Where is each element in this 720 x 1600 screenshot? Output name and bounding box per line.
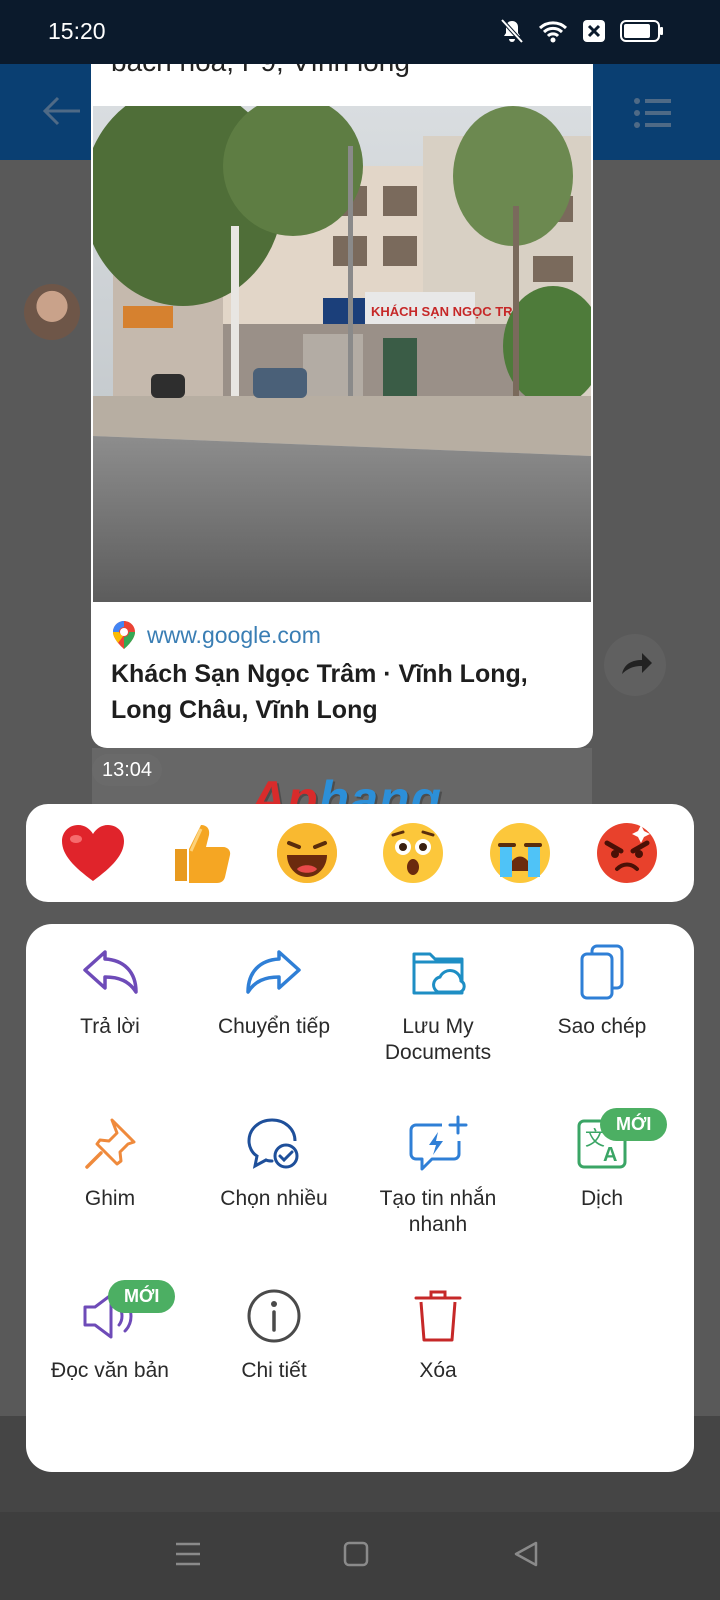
hotel-sign-text: KHÁCH SẠN NGỌC TRÂM bbox=[371, 304, 533, 319]
wifi-icon bbox=[538, 21, 568, 43]
reaction-haha[interactable] bbox=[273, 819, 341, 887]
save-documents-button[interactable]: Lưu My Documents bbox=[354, 940, 522, 1066]
mute-bell-icon bbox=[500, 18, 524, 44]
multi-select-button[interactable]: Chọn nhiều bbox=[190, 1112, 358, 1212]
reaction-like[interactable] bbox=[166, 819, 234, 887]
cloud-folder-icon bbox=[412, 952, 466, 995]
pin-label: Ghim bbox=[84, 1187, 136, 1210]
laugh-icon bbox=[276, 823, 337, 883]
quick-message-button[interactable]: Tạo tin nhắn nhanh bbox=[354, 1112, 522, 1238]
message-card[interactable]: bách hóa, P9, Vĩnh long KHÁCH SẠN NGỌC T… bbox=[91, 64, 593, 748]
details-label: Chi tiết bbox=[241, 1359, 307, 1382]
translate-new-badge: MỚI bbox=[600, 1108, 668, 1141]
forward-icon bbox=[246, 950, 301, 994]
reaction-sad[interactable] bbox=[486, 819, 554, 887]
copy-label: Sao chép bbox=[557, 1015, 647, 1038]
back-arrow-icon[interactable] bbox=[42, 94, 82, 128]
home-icon[interactable] bbox=[342, 1540, 370, 1568]
delete-label: Xóa bbox=[419, 1359, 457, 1382]
pin-icon bbox=[85, 1118, 136, 1169]
reaction-angry[interactable] bbox=[593, 819, 661, 887]
reaction-bar bbox=[26, 804, 694, 902]
translate-label: Dịch bbox=[580, 1187, 623, 1210]
share-button[interactable] bbox=[604, 634, 666, 696]
info-icon bbox=[247, 1289, 301, 1343]
status-bar: 15:20 bbox=[0, 0, 720, 64]
thumbs-up-icon bbox=[174, 825, 231, 883]
link-domain[interactable]: www.google.com bbox=[147, 622, 321, 649]
link-preview-source[interactable]: www.google.com bbox=[111, 620, 321, 650]
save-documents-label: Lưu My Documents bbox=[384, 1015, 492, 1064]
reaction-wow[interactable] bbox=[379, 819, 447, 887]
battery-icon bbox=[620, 20, 663, 42]
heart-icon bbox=[62, 825, 125, 881]
share-arrow-icon bbox=[622, 653, 652, 674]
details-button[interactable]: Chi tiết bbox=[190, 1284, 358, 1384]
surprised-icon bbox=[383, 823, 444, 883]
link-title[interactable]: Khách Sạn Ngọc Trâm · Vĩnh Long, Long Ch… bbox=[111, 656, 581, 728]
system-nav-bar bbox=[0, 1512, 720, 1600]
copy-icon bbox=[580, 944, 624, 1000]
forward-label: Chuyển tiếp bbox=[217, 1015, 331, 1038]
status-icons bbox=[500, 18, 664, 44]
angry-icon bbox=[596, 823, 657, 883]
read-aloud-label: Đọc văn bản bbox=[51, 1359, 169, 1382]
map-pin-icon bbox=[113, 621, 135, 649]
reply-label: Trả lời bbox=[80, 1015, 140, 1038]
pin-button[interactable]: Ghim bbox=[26, 1112, 194, 1212]
trash-icon bbox=[414, 1290, 462, 1342]
status-time: 15:20 bbox=[48, 18, 106, 44]
forward-button[interactable]: Chuyển tiếp bbox=[190, 940, 358, 1040]
street-view-photo[interactable]: KHÁCH SẠN NGỌC TRÂM bbox=[93, 106, 591, 602]
message-time: 13:04 bbox=[92, 754, 163, 786]
menu-list-icon[interactable] bbox=[634, 98, 672, 128]
reply-button[interactable]: Trả lời bbox=[26, 940, 194, 1040]
delete-button[interactable]: Xóa bbox=[354, 1284, 522, 1384]
cry-icon bbox=[489, 823, 550, 883]
svg-text:A: A bbox=[603, 1144, 617, 1166]
multi-select-label: Chọn nhiều bbox=[220, 1187, 328, 1210]
reply-icon bbox=[83, 950, 138, 994]
quick-message-label: Tạo tin nhắn nhanh bbox=[379, 1187, 497, 1236]
close-box-icon bbox=[583, 20, 605, 42]
reaction-heart[interactable] bbox=[59, 819, 127, 887]
message-action-sheet: Trả lời Chuyển tiếp Lưu My Documents Sao… bbox=[26, 924, 694, 1472]
quick-message-icon bbox=[409, 1115, 468, 1171]
recent-apps-icon[interactable] bbox=[174, 1540, 202, 1568]
avatar[interactable] bbox=[24, 284, 80, 340]
read-aloud-new-badge: MỚI bbox=[108, 1280, 176, 1313]
back-icon[interactable] bbox=[512, 1540, 540, 1568]
copy-button[interactable]: Sao chép bbox=[518, 940, 686, 1040]
chat-check-icon bbox=[247, 1118, 299, 1169]
message-text: bách hóa, P9, Vĩnh long bbox=[111, 64, 410, 78]
